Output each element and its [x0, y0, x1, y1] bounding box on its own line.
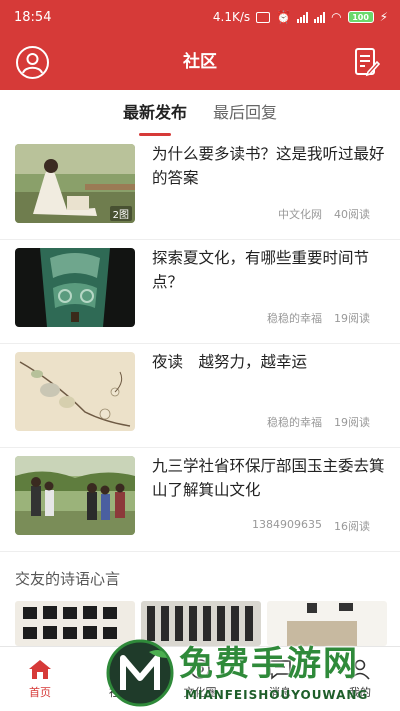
article-item[interactable]: 夜读 越努力，越幸运 稳稳的幸福 19阅读 [0, 344, 400, 448]
community-icon [108, 661, 130, 679]
gallery-item[interactable] [267, 601, 387, 646]
article-thumbnail [15, 352, 135, 431]
article-meta: 稳稳的幸福 19阅读 [267, 414, 370, 430]
article-thumbnail [15, 248, 135, 327]
poetry-gallery [15, 601, 400, 646]
article-title: 探索夏文化，有哪些重要时间节点？ [152, 249, 370, 291]
article-meta: 1384909635 16阅读 [252, 518, 370, 534]
article-reads: 40阅读 [334, 208, 370, 221]
article-meta: 稳稳的幸福 19阅读 [267, 310, 370, 326]
article-item[interactable]: 探索夏文化，有哪些重要时间节点？ 稳稳的幸福 19阅读 [0, 240, 400, 344]
culture-icon [190, 659, 210, 679]
nav-community[interactable]: 社区 [80, 647, 160, 711]
nav-messages[interactable]: 消息 [240, 647, 320, 711]
status-indicators: 4.1K/s ⏰ ◠ 100 ⚡ [213, 10, 388, 24]
gallery-item[interactable] [141, 601, 261, 646]
nav-home[interactable]: 首页 [0, 647, 80, 711]
charging-icon: ⚡ [379, 10, 388, 24]
section-title: 交友的诗语心言 [15, 570, 121, 588]
article-reads: 16阅读 [334, 520, 370, 533]
nav-label: 消息 [269, 686, 291, 699]
signal-icon [297, 11, 309, 23]
article-reads: 19阅读 [334, 416, 370, 429]
nav-label: 首页 [29, 686, 51, 699]
wifi-icon: ◠ [331, 10, 342, 24]
gallery-item[interactable] [15, 601, 135, 646]
compose-icon[interactable] [354, 47, 381, 77]
article-author: 中文化网 [278, 208, 322, 221]
network-speed: 4.1K/s [212, 10, 251, 24]
article-title: 夜读 越努力，越幸运 [152, 353, 308, 371]
article-thumbnail [15, 456, 135, 535]
app-header: 社区 [0, 34, 400, 90]
tab-latest[interactable]: 最新发布 [123, 99, 187, 127]
article-meta: 中文化网 40阅读 [278, 206, 370, 222]
image-count-badge: 2图 [109, 206, 132, 221]
article-item[interactable]: 九三学社省环保厅部国玉主委去箕山了解箕山文化 1384909635 16阅读 [0, 448, 400, 552]
article-author: 1384909635 [252, 518, 322, 531]
nav-label: 文化圈 [183, 686, 217, 699]
article-author: 稳稳的幸福 [267, 416, 322, 429]
status-bar: 18:54 4.1K/s ⏰ ◠ 100 ⚡ [0, 0, 400, 34]
nav-profile[interactable]: 我的 [320, 647, 400, 711]
nfc-icon [256, 11, 271, 23]
status-time: 18:54 [14, 9, 52, 25]
bottom-nav: 首页 社区 文化圈 消息 我的 [0, 646, 400, 711]
tab-last-reply[interactable]: 最后回复 [213, 99, 277, 127]
article-item[interactable]: 2图 为什么要多读书？这是我听过最好的答案 中文化网 40阅读 [0, 136, 400, 240]
nav-label: 社区 [109, 686, 131, 699]
profile-icon [350, 659, 370, 680]
page-title: 社区 [183, 52, 217, 72]
nav-culture[interactable]: 文化圈 [160, 647, 240, 711]
nav-label: 我的 [349, 686, 371, 699]
signal-2-icon [314, 11, 326, 23]
article-author: 稳稳的幸福 [267, 312, 322, 325]
article-reads: 19阅读 [334, 312, 370, 325]
article-thumbnail: 2图 [15, 144, 135, 223]
article-title: 为什么要多读书？这是我听过最好的答案 [152, 145, 385, 187]
battery-icon: 100 [347, 11, 374, 23]
home-icon [29, 660, 51, 679]
feed-tabs: 最新发布 最后回复 [0, 90, 400, 136]
alarm-icon: ⏰ [276, 10, 292, 24]
article-title: 九三学社省环保厅部国玉主委去箕山了解箕山文化 [152, 457, 385, 499]
message-icon [269, 660, 291, 680]
